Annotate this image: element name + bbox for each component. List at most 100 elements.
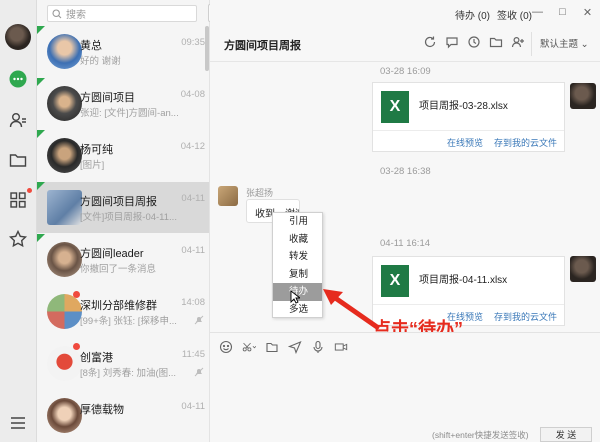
folder-icon[interactable]: [489, 35, 503, 49]
conversation-name: 厚德载物: [80, 404, 124, 416]
conversation-name: 创富港: [80, 352, 113, 364]
message-timestamp: 03-28 16:09: [380, 66, 431, 77]
chat-icon[interactable]: [8, 69, 28, 89]
search-placeholder: 搜索: [66, 10, 86, 21]
pinned-marker: [37, 182, 45, 190]
conversation-item[interactable]: 黄总 好的 谢谢 09:35: [37, 26, 209, 77]
refresh-icon[interactable]: [423, 35, 437, 49]
conversation-name: 黄总: [80, 40, 102, 52]
nav-rail: [0, 0, 37, 442]
conversation-name: 方圆间项目周报: [80, 196, 157, 208]
pinned-marker: [37, 26, 45, 34]
conversation-time: 04-11: [181, 245, 205, 256]
maximize-button[interactable]: □: [550, 0, 575, 24]
theme-select[interactable]: 默认主题 ⌄: [540, 36, 589, 50]
conversation-preview: [99+条] 张钰: [探移申...: [80, 316, 177, 327]
conversation-item-selected[interactable]: 方圆间项目周报 [文件]项目周报-04-11... 04-11: [37, 182, 209, 233]
input-bar: (shift+enter快捷发送签收) 发 送: [210, 332, 600, 442]
conversation-time: 04-08: [180, 89, 205, 100]
microphone-icon[interactable]: [311, 340, 325, 354]
conversation-name: 深圳分部维修群: [80, 300, 157, 312]
folder-icon[interactable]: [8, 150, 28, 170]
avatar: [47, 346, 82, 381]
menu-icon[interactable]: [8, 413, 28, 433]
my-avatar[interactable]: [5, 24, 31, 50]
menu-item-quote[interactable]: 引用: [273, 213, 322, 231]
conversation-time: 09:35: [181, 37, 205, 48]
save-to-cloud-link[interactable]: 存到我的云文件: [494, 310, 557, 323]
conversation-item[interactable]: 方圆间leader 你撤回了一条消息 04-11: [37, 234, 209, 285]
minimize-button[interactable]: —: [525, 0, 550, 24]
apps-badge: [27, 188, 32, 193]
menu-item-favorite[interactable]: 收藏: [273, 231, 322, 249]
conversation-preview: 你撤回了一条消息: [80, 264, 157, 275]
mouse-cursor-icon: [290, 290, 300, 304]
conversation-time: 04-11: [181, 193, 205, 204]
message-timestamp: 03-28 16:38: [380, 166, 431, 177]
chat-header: 方圆间项目周报 默认主题 ⌄: [210, 24, 600, 62]
pinned-marker: [37, 234, 45, 242]
preview-link[interactable]: 在线预览: [447, 136, 483, 149]
file-divider: [373, 130, 564, 131]
file-divider: [373, 304, 564, 305]
conversation-preview: [8条] 刘秀春: 加油(图...: [80, 368, 177, 379]
favorites-icon[interactable]: [8, 229, 28, 249]
list-scrollbar[interactable]: [205, 26, 209, 71]
clock-icon[interactable]: [467, 35, 481, 49]
conversation-item[interactable]: 厚德载物 04-11: [37, 390, 209, 441]
todo-counter[interactable]: 待办 (0): [455, 7, 490, 22]
chat-bubble-icon[interactable]: [445, 35, 459, 49]
close-button[interactable]: ✕: [575, 0, 600, 24]
conversation-time: 14:08: [181, 297, 205, 308]
avatar: [47, 294, 82, 329]
apps-icon[interactable]: [8, 190, 28, 210]
mute-icon: [194, 315, 204, 325]
screenshot-scissors-icon[interactable]: [242, 340, 256, 354]
conversation-time: 11:45: [181, 349, 205, 360]
search-input[interactable]: 搜索: [47, 5, 197, 22]
conversation-name: 杨可纯: [80, 144, 113, 156]
conversation-item[interactable]: 方圆间项目 张迎: [文件]方圆间-an... 04-08: [37, 78, 209, 129]
avatar: [47, 398, 82, 433]
file-icon[interactable]: [265, 340, 279, 354]
conversation-time: 04-12: [180, 141, 205, 152]
chat-panel: 待办 (0) 签收 (0) — □ ✕ 方圆间项目周报 默认主题 ⌄ 03-28…: [210, 0, 600, 442]
conversation-preview: [图片]: [80, 160, 105, 171]
video-call-icon[interactable]: [334, 340, 348, 354]
pinned-marker: [37, 130, 45, 138]
pinned-marker: [37, 78, 45, 86]
send-location-icon[interactable]: [288, 340, 302, 354]
unread-badge: [73, 343, 80, 350]
emoji-icon[interactable]: [219, 340, 233, 354]
conversation-time: 04-11: [181, 401, 205, 412]
conversation-name: 方圆间leader: [80, 248, 144, 260]
file-name: 项目周报-04-11.xlsx: [419, 275, 508, 286]
unread-badge: [73, 291, 80, 298]
menu-item-forward[interactable]: 转发: [273, 248, 322, 266]
input-tools: [219, 340, 357, 354]
header-tools: [423, 35, 533, 49]
send-shortcut-hint: (shift+enter快捷发送签收): [432, 430, 529, 440]
send-button[interactable]: 发 送: [540, 427, 592, 442]
conversation-item[interactable]: 深圳分部维修群 [99+条] 张钰: [探移申... 14:08: [37, 286, 209, 337]
contacts-icon[interactable]: [8, 110, 28, 130]
chat-title: 方圆间项目周报: [224, 40, 301, 52]
sender-name: 张超扬: [246, 188, 274, 198]
conversation-preview: 张迎: [文件]方圆间-an...: [80, 108, 179, 119]
menu-item-copy[interactable]: 复制: [273, 266, 322, 284]
conversation-item[interactable]: 杨可纯 [图片] 04-12: [37, 130, 209, 181]
conversation-list: 搜索 黄总 好的 谢谢 09:35 方圆间项目 张迎: [文件]方圆间-an..…: [37, 0, 210, 442]
save-to-cloud-link[interactable]: 存到我的云文件: [494, 136, 557, 149]
avatar: [47, 190, 82, 225]
my-message-avatar: [570, 83, 596, 109]
file-message[interactable]: X 项目周报-03-28.xlsx 在线预览 存到我的云文件: [372, 82, 565, 152]
avatar: [47, 138, 82, 173]
add-member-icon[interactable]: [511, 35, 525, 49]
conversation-name: 方圆间项目: [80, 92, 135, 104]
conversation-item[interactable]: 创富港 [8条] 刘秀春: 加油(图... 11:45: [37, 338, 209, 389]
conversation-preview: 好的 谢谢: [80, 56, 121, 67]
my-message-avatar: [570, 256, 596, 282]
avatar: [47, 86, 82, 121]
theme-label: 默认主题: [540, 39, 579, 50]
sender-avatar[interactable]: [218, 186, 238, 206]
